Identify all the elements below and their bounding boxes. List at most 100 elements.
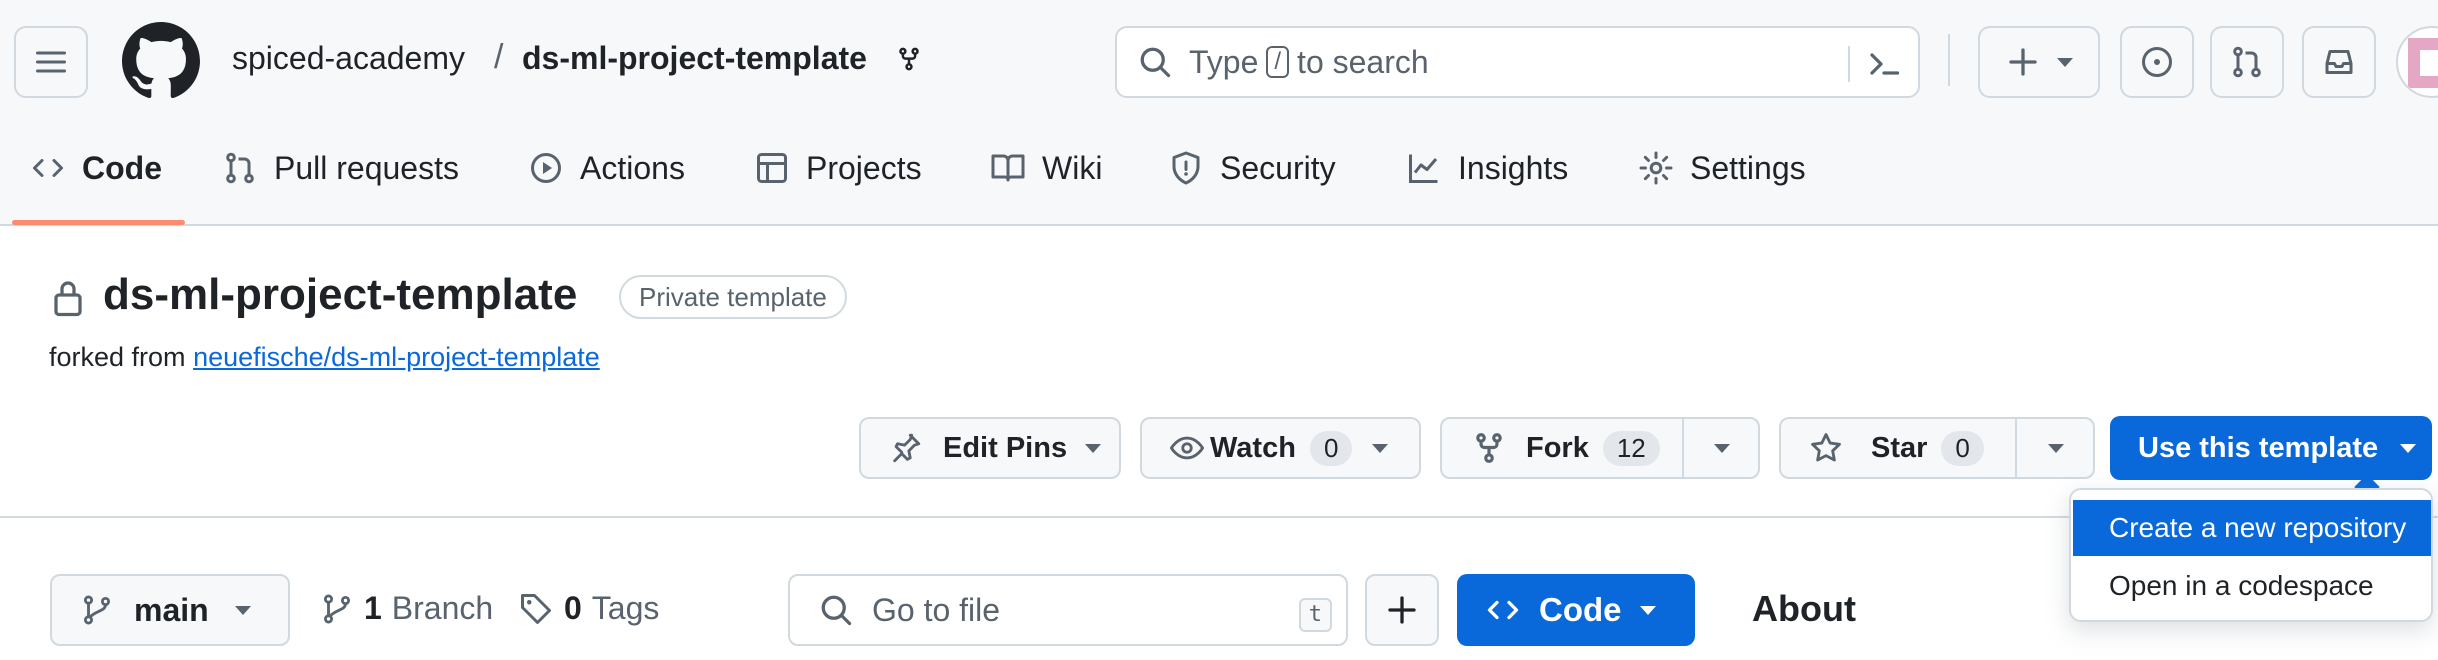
hamburger-icon (36, 51, 66, 73)
tab-wiki[interactable]: Wiki (990, 148, 1102, 188)
global-search-input[interactable]: Type / to search (1115, 26, 1920, 98)
lock-icon (54, 281, 82, 317)
search-icon (821, 595, 852, 626)
fork-button[interactable]: Fork 12 (1472, 419, 1660, 477)
branch-icon (323, 594, 351, 623)
pull-requests-button[interactable] (2210, 26, 2284, 98)
fork-icon (1476, 433, 1502, 463)
chevron-down-icon (2048, 443, 2064, 453)
search-divider (1848, 46, 1850, 82)
use-template-menu: Create a new repository Open in a codesp… (2069, 488, 2433, 622)
visibility-badge: Private template (619, 275, 847, 319)
branch-count-label: Branch (391, 590, 494, 626)
forked-from-link[interactable]: neuefische/ds-ml-project-template (193, 342, 600, 372)
tab-projects-label: Projects (806, 149, 922, 186)
tab-wiki-label: Wiki (1042, 149, 1103, 186)
repo-name-link[interactable]: ds-ml-project-template (522, 40, 867, 77)
eye-icon (1170, 436, 1204, 460)
header-divider (1948, 34, 1950, 86)
use-template-label: Use this template (2138, 431, 2379, 464)
graph-icon (1409, 154, 1438, 183)
add-file-button[interactable] (1365, 574, 1439, 646)
tab-settings[interactable]: Settings (1638, 148, 1806, 188)
tab-code[interactable]: Code (30, 148, 162, 188)
repo-title[interactable]: ds-ml-project-template (103, 270, 577, 320)
tab-settings-label: Settings (1690, 149, 1806, 186)
fork-icon (899, 47, 919, 71)
fork-count: 12 (1602, 430, 1660, 466)
tab-actions[interactable]: Actions (528, 148, 685, 188)
about-heading: About (1752, 588, 1856, 629)
menu-item-open-codespace[interactable]: Open in a codespace (2073, 558, 2431, 614)
tag-count: 0 (564, 590, 582, 626)
branch-count: 1 (364, 590, 382, 626)
plus-icon (2009, 48, 2037, 76)
plus-icon (1388, 596, 1416, 624)
branch-name: main (134, 591, 209, 628)
tab-pull-requests[interactable]: Pull requests (222, 148, 459, 188)
branch-selector-button[interactable]: main (50, 574, 290, 646)
menu-item-create-repository[interactable]: Create a new repository (2073, 500, 2431, 556)
create-new-button[interactable] (1978, 26, 2100, 98)
inbox-icon (2325, 50, 2353, 74)
code-button-label: Code (1539, 591, 1622, 628)
star-count: 0 (1941, 430, 1984, 466)
search-placeholder-suffix: to search (1297, 43, 1429, 80)
tab-security-label: Security (1220, 149, 1336, 186)
tab-actions-label: Actions (580, 149, 685, 186)
star-button[interactable]: Star 0 (1809, 419, 1984, 477)
watch-label: Watch (1210, 431, 1296, 464)
chevron-down-icon (234, 605, 251, 615)
path-separator: / (494, 38, 504, 76)
tab-code-label: Code (82, 149, 162, 186)
tab-insights-label: Insights (1458, 149, 1569, 186)
chevron-down-icon (1714, 443, 1730, 453)
tag-count-label: Tags (591, 590, 660, 626)
star-label: Star (1871, 431, 1928, 464)
pin-icon (893, 433, 921, 463)
tab-security[interactable]: Security (1168, 148, 1336, 188)
tag-icon (521, 593, 551, 624)
pull-request-icon (2233, 46, 2261, 78)
star-lists-button[interactable] (2017, 419, 2095, 477)
tab-projects[interactable]: Projects (754, 148, 922, 188)
active-tab-underline (12, 220, 185, 225)
edit-pins-button[interactable]: Edit Pins (859, 417, 1121, 479)
go-to-file-input[interactable]: Go to file t (788, 574, 1348, 646)
pull-request-icon (226, 152, 254, 184)
chevron-down-icon (1085, 443, 1102, 453)
watch-button[interactable]: Watch 0 (1140, 417, 1421, 479)
use-template-button[interactable]: Use this template (2110, 416, 2432, 480)
chevron-down-icon (2057, 57, 2073, 67)
issues-button[interactable] (2120, 26, 2194, 98)
watch-count: 0 (1309, 430, 1353, 466)
star-button-group: Star 0 (1779, 417, 2095, 479)
open-menu-button[interactable] (14, 26, 88, 98)
chevron-down-icon (1639, 605, 1656, 615)
search-shortcut-key: / (1266, 46, 1290, 78)
inbox-button[interactable] (2302, 26, 2376, 98)
github-logo-icon[interactable] (122, 22, 200, 100)
edit-pins-label: Edit Pins (943, 431, 1068, 464)
search-placeholder: Type / to search (1189, 44, 1429, 81)
tab-pull-requests-label: Pull requests (274, 149, 459, 186)
tab-insights[interactable]: Insights (1406, 148, 1568, 188)
play-circle-icon (531, 153, 561, 183)
star-icon (1811, 433, 1841, 462)
repo-owner-link[interactable]: spiced-academy (232, 40, 465, 77)
shield-icon (1172, 151, 1200, 185)
command-palette-icon[interactable] (1866, 46, 1902, 82)
fork-options-button[interactable] (1684, 419, 1760, 477)
avatar-identicon-center (2420, 50, 2438, 76)
tags-link[interactable]: 0 Tags (518, 590, 659, 627)
avatar[interactable] (2396, 26, 2438, 98)
gear-icon (1639, 151, 1673, 185)
branches-link[interactable]: 1 Branch (320, 590, 493, 627)
book-icon (991, 154, 1025, 182)
fork-label: Fork (1526, 431, 1589, 464)
issue-circle-icon (2142, 47, 2172, 77)
code-dropdown-button[interactable]: Code (1457, 574, 1695, 646)
forked-from-line: forked from neuefische/ds-ml-project-tem… (49, 342, 600, 373)
go-to-file-placeholder: Go to file (872, 591, 1001, 628)
app-header: spiced-academy / ds-ml-project-template … (0, 0, 2438, 226)
